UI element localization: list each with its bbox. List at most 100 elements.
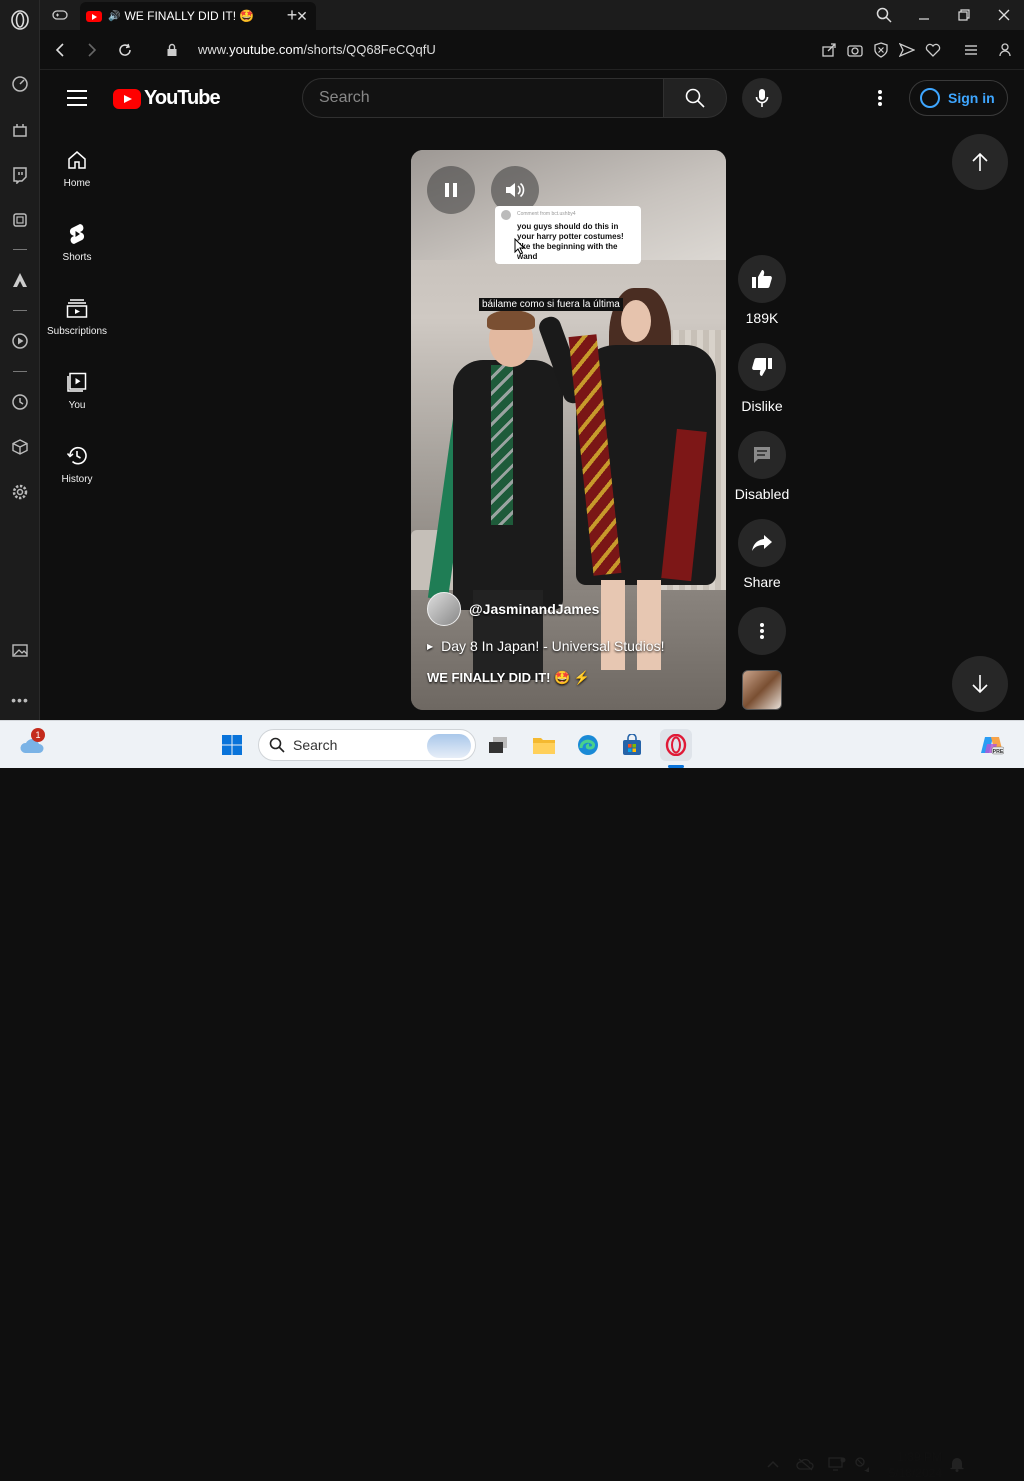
search-highlight-icon xyxy=(427,734,471,758)
previous-short-button[interactable] xyxy=(952,134,1008,190)
start-button[interactable] xyxy=(216,729,248,761)
workspaces-icon[interactable] xyxy=(10,210,30,230)
channel-name[interactable]: @JasminandJames xyxy=(469,601,599,617)
close-window-button[interactable] xyxy=(992,4,1016,26)
restore-button[interactable] xyxy=(952,4,976,26)
playlist-title: Day 8 In Japan! - Universal Studios! xyxy=(441,638,665,654)
comment-avatar xyxy=(501,210,511,220)
library-icon xyxy=(65,370,89,394)
nav-item-home[interactable]: Home xyxy=(42,140,112,204)
easy-setup-icon[interactable] xyxy=(962,41,980,59)
onedrive-offline-icon[interactable] xyxy=(796,1455,814,1473)
network-volume-icon[interactable] xyxy=(854,1455,872,1473)
extensions-icon[interactable] xyxy=(10,437,30,457)
nav-item-history[interactable]: History xyxy=(42,436,112,500)
player-icon[interactable] xyxy=(10,331,30,351)
comment-text: you guys should do this in your harry po… xyxy=(517,222,624,261)
taskbar-search-label: Search xyxy=(293,737,338,753)
system-clock[interactable]: 1:39 PM 5/18/2024 xyxy=(882,1449,942,1481)
speaker-icon[interactable]: 🔊 xyxy=(108,11,120,22)
send-icon[interactable] xyxy=(898,41,916,59)
opera-taskbar-icon[interactable] xyxy=(660,729,692,761)
more-options-button[interactable] xyxy=(738,607,786,655)
next-short-button[interactable] xyxy=(952,656,1008,712)
minimize-button[interactable] xyxy=(912,4,936,26)
gamepad-icon[interactable] xyxy=(48,4,72,26)
shorts-video-player[interactable]: Comment from bct.ushby4 you guys should … xyxy=(411,150,726,710)
search-icon xyxy=(685,88,705,108)
share-action: Share xyxy=(732,519,792,590)
youtube-logo[interactable]: YouTube xyxy=(113,87,221,110)
url-domain: youtube.com xyxy=(229,42,304,57)
video-figure xyxy=(621,300,651,342)
voice-search-button[interactable] xyxy=(742,78,782,118)
tab-search-icon[interactable] xyxy=(872,4,896,26)
forward-button[interactable] xyxy=(82,40,102,60)
profile-icon[interactable] xyxy=(996,41,1014,59)
svg-text:PRE: PRE xyxy=(993,749,1004,755)
microsoft-store-icon[interactable] xyxy=(616,729,648,761)
snapshot-gallery-icon[interactable] xyxy=(10,640,30,660)
history-icon xyxy=(65,444,89,468)
new-tab-button[interactable]: + xyxy=(280,4,304,26)
more-sidebar-icon[interactable]: ••• xyxy=(10,690,30,710)
sign-in-button[interactable]: Sign in xyxy=(909,80,1008,116)
windows-logo-icon xyxy=(222,735,242,755)
notification-bell-icon[interactable] xyxy=(948,1455,966,1473)
share-page-icon[interactable] xyxy=(820,41,838,59)
youtube-favicon-icon xyxy=(86,10,102,22)
search-input[interactable] xyxy=(319,89,663,107)
settings-more-icon[interactable] xyxy=(870,88,890,108)
aria-icon[interactable] xyxy=(10,270,30,290)
settings-icon[interactable] xyxy=(10,482,30,502)
nav-item-subscriptions[interactable]: Subscriptions xyxy=(42,288,112,352)
sidebar-separator xyxy=(13,371,27,372)
copilot-icon[interactable]: PRE xyxy=(976,729,1008,761)
guide-menu-icon[interactable] xyxy=(67,90,87,106)
share-label: Share xyxy=(743,574,781,590)
playlist-link[interactable]: ▶ Day 8 In Japan! - Universal Studios! xyxy=(427,638,665,654)
pause-button[interactable] xyxy=(427,166,475,214)
twitch-icon[interactable] xyxy=(10,165,30,185)
url-field[interactable]: www.youtube.com/shorts/QQ68FeCQqfU xyxy=(198,42,436,57)
task-view-icon[interactable] xyxy=(482,729,514,761)
history-sidebar-icon[interactable] xyxy=(10,392,30,412)
like-button[interactable] xyxy=(738,255,786,303)
audio-track-thumbnail[interactable] xyxy=(742,670,782,710)
arrow-up-icon xyxy=(972,152,988,171)
nav-item-you[interactable]: You xyxy=(42,362,112,426)
comment-from: Comment from bct.ushby4 xyxy=(517,211,576,217)
youtube-header: YouTube Sign in xyxy=(40,70,1024,126)
opera-menu-icon[interactable] xyxy=(10,10,30,30)
adblock-shield-icon[interactable] xyxy=(872,41,890,59)
show-hidden-icons[interactable] xyxy=(764,1455,782,1473)
comments-button[interactable] xyxy=(738,431,786,479)
ai-tools-icon[interactable] xyxy=(10,120,30,140)
youtube-logo-text: YouTube xyxy=(144,87,221,109)
speed-dial-icon[interactable] xyxy=(10,74,30,94)
lock-icon[interactable] xyxy=(162,40,182,60)
video-figure xyxy=(601,580,661,670)
snapshot-icon[interactable] xyxy=(846,41,864,59)
taskbar-search[interactable]: Search xyxy=(258,729,476,761)
display-icon[interactable] xyxy=(828,1455,846,1473)
share-button[interactable] xyxy=(738,519,786,567)
channel-avatar[interactable] xyxy=(427,592,461,626)
reload-button[interactable] xyxy=(115,40,135,60)
comments-action: Disabled xyxy=(732,431,792,502)
nav-item-shorts[interactable]: Shorts xyxy=(42,214,112,278)
bookmark-heart-icon[interactable] xyxy=(924,41,942,59)
play-arrow-icon: ▶ xyxy=(427,641,434,651)
notification-badge: 1 xyxy=(31,728,45,742)
dislike-label: Dislike xyxy=(741,398,783,414)
file-explorer-icon[interactable] xyxy=(528,729,560,761)
back-button[interactable] xyxy=(50,40,70,60)
address-bar: www.youtube.com/shorts/QQ68FeCQqfU xyxy=(40,30,1024,70)
dislike-button[interactable] xyxy=(738,343,786,391)
search-button[interactable] xyxy=(663,78,727,118)
thumbs-up-icon xyxy=(752,270,772,288)
thumbs-down-icon xyxy=(752,358,772,376)
video-caption: báilame como si fuera la última xyxy=(479,298,623,311)
nav-label: Subscriptions xyxy=(46,326,108,337)
edge-icon[interactable] xyxy=(572,729,604,761)
